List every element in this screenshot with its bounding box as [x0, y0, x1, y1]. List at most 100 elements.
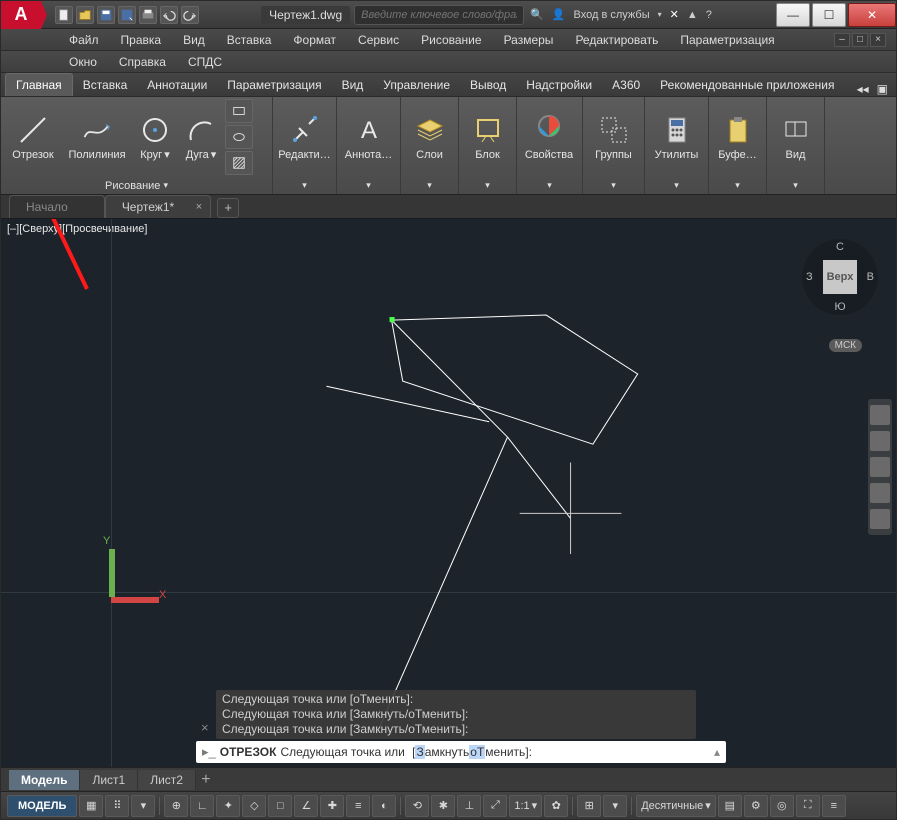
layout-tab-model[interactable]: Модель — [9, 770, 80, 790]
clipboard-button[interactable]: Буфе… — [713, 99, 762, 175]
drawing-canvas[interactable]: [–][Сверху][Просвечивание] X Y — [1, 219, 896, 767]
sb-3dosnap-icon[interactable]: ∠ — [294, 795, 318, 817]
ribbon-tab-manage[interactable]: Управление — [373, 74, 460, 96]
ribbon-tab-output[interactable]: Вывод — [460, 74, 516, 96]
panel-clipboard-dropdown[interactable]: ▾ — [709, 177, 766, 194]
command-expand-icon[interactable]: ▴ — [714, 745, 720, 759]
sb-annoscale[interactable]: 1:1 ▾ — [509, 795, 542, 817]
panel-modify-dropdown[interactable]: ▾ — [273, 177, 336, 194]
layers-button[interactable]: Слои — [405, 99, 454, 175]
menu-format[interactable]: Формат — [283, 31, 346, 49]
ribbon-prev-icon[interactable]: ◂◂ — [853, 82, 873, 96]
polyline-button[interactable]: Полилиния — [63, 99, 131, 175]
utilities-button[interactable]: Утилиты — [649, 99, 704, 175]
arc-button[interactable]: Дуга▾ — [179, 99, 223, 175]
viewcube-east[interactable]: В — [867, 271, 874, 283]
help-search-input[interactable] — [354, 5, 524, 25]
panel-layers-dropdown[interactable]: ▾ — [401, 177, 458, 194]
command-option-undo[interactable]: оТ — [469, 745, 485, 759]
sb-units[interactable]: Десятичные ▾ — [636, 795, 716, 817]
menu-parametric[interactable]: Параметризация — [670, 31, 784, 49]
menu-help[interactable]: Справка — [109, 53, 176, 71]
apps-icon[interactable]: ▲ — [687, 9, 698, 21]
line-button[interactable]: Отрезок — [5, 99, 61, 175]
sb-isolate-icon[interactable]: ◎ — [770, 795, 794, 817]
file-tab-add[interactable]: + — [217, 198, 239, 218]
viewcube-west[interactable]: З — [806, 271, 813, 283]
sb-workspace-icon[interactable]: ⊞ — [577, 795, 601, 817]
help-icon[interactable]: ? — [706, 9, 712, 21]
panel-utilities-dropdown[interactable]: ▾ — [645, 177, 708, 194]
menu-window[interactable]: Окно — [59, 53, 107, 71]
nav-zoom-icon[interactable] — [870, 457, 890, 477]
nav-pan-icon[interactable] — [870, 431, 890, 451]
mdi-minimize[interactable]: – — [834, 33, 850, 47]
sb-customize-icon[interactable]: ≡ — [822, 795, 846, 817]
properties-button[interactable]: Свойства — [521, 99, 577, 175]
signin-icon[interactable]: 👤 — [552, 8, 566, 21]
qat-undo-icon[interactable] — [160, 6, 178, 24]
sb-polar-icon[interactable]: ✦ — [216, 795, 240, 817]
panel-groups-dropdown[interactable]: ▾ — [583, 177, 644, 194]
search-settings-icon[interactable]: 🔍 — [530, 8, 544, 21]
menu-insert[interactable]: Вставка — [217, 31, 282, 49]
qat-plot-icon[interactable] — [139, 6, 157, 24]
signin-label[interactable]: Вход в службы — [574, 9, 650, 21]
view-button[interactable]: Вид — [771, 99, 820, 175]
sb-quickprops-icon[interactable]: ▾ — [603, 795, 627, 817]
ribbon-tab-home[interactable]: Главная — [5, 73, 73, 96]
viewcube-face[interactable]: Верх — [823, 260, 857, 294]
sb-ortho-icon[interactable]: ∟ — [190, 795, 214, 817]
sb-autoscale-icon[interactable]: ⤢ — [483, 795, 507, 817]
menu-dimension[interactable]: Размеры — [494, 31, 564, 49]
ribbon-tab-a360[interactable]: A360 — [602, 74, 650, 96]
qat-open-icon[interactable] — [76, 6, 94, 24]
sb-gizmo-icon[interactable]: ✱ — [431, 795, 455, 817]
mdi-close[interactable]: × — [870, 33, 886, 47]
sb-dynamic-input-icon[interactable]: ⊕ — [164, 795, 188, 817]
layout-tab-layout2[interactable]: Лист2 — [138, 770, 196, 790]
sb-annomonitor-icon[interactable]: ⊥ — [457, 795, 481, 817]
groups-button[interactable]: Группы — [587, 99, 640, 175]
menu-spds[interactable]: СПДС — [178, 53, 232, 71]
circle-button[interactable]: Круг▾ — [133, 99, 177, 175]
file-tab-start[interactable]: Начало — [9, 195, 105, 218]
nav-fullnav-icon[interactable] — [870, 405, 890, 425]
block-button[interactable]: Блок — [463, 99, 512, 175]
sb-hardware-accel-icon[interactable]: ⚙ — [744, 795, 768, 817]
ribbon-tab-addins[interactable]: Надстройки — [516, 74, 602, 96]
sb-modelspace[interactable]: МОДЕЛЬ — [7, 795, 77, 817]
panel-properties-dropdown[interactable]: ▾ — [517, 177, 582, 194]
ribbon-collapse-icon[interactable]: ▣ — [873, 82, 892, 96]
menu-edit[interactable]: Правка — [111, 31, 172, 49]
minimize-button[interactable]: — — [776, 3, 810, 27]
menu-view[interactable]: Вид — [173, 31, 215, 49]
close-tab-icon[interactable]: × — [196, 201, 202, 213]
ribbon-tab-annotate[interactable]: Аннотации — [137, 74, 217, 96]
wcs-label[interactable]: МСК — [829, 339, 862, 352]
viewcube[interactable]: Верх С Ю З В — [802, 239, 878, 315]
sb-grid-icon[interactable]: ▦ — [79, 795, 103, 817]
modify-button[interactable]: Редакти… — [277, 99, 332, 175]
menu-tools[interactable]: Сервис — [348, 31, 409, 49]
sb-osnap-icon[interactable]: □ — [268, 795, 292, 817]
rectangle-icon[interactable] — [225, 99, 253, 123]
sb-snapmode-icon[interactable]: ⠿ — [105, 795, 129, 817]
sb-lineweight-icon[interactable]: ≡ — [346, 795, 370, 817]
sb-gear-icon[interactable]: ✿ — [544, 795, 568, 817]
viewcube-north[interactable]: С — [836, 241, 844, 253]
ribbon-tab-featured[interactable]: Рекомендованные приложения — [650, 74, 844, 96]
sb-cleanscreen-icon[interactable]: ⛶ — [796, 795, 820, 817]
command-option-close[interactable]: З — [415, 745, 424, 759]
layout-tab-add[interactable]: + — [196, 771, 216, 789]
command-close-icon[interactable]: × — [201, 720, 209, 735]
command-line[interactable]: ▸_ ОТРЕЗОК Следующая точка или [Замкнуть… — [196, 741, 726, 763]
menu-draw[interactable]: Рисование — [411, 31, 491, 49]
annotation-button[interactable]: A Аннота… — [341, 99, 396, 175]
qat-new-icon[interactable] — [55, 6, 73, 24]
qat-saveas-icon[interactable] — [118, 6, 136, 24]
viewcube-south[interactable]: Ю — [834, 301, 845, 313]
panel-block-dropdown[interactable]: ▾ — [459, 177, 516, 194]
nav-orbit-icon[interactable] — [870, 483, 890, 503]
sb-otrack-icon[interactable]: ✚ — [320, 795, 344, 817]
